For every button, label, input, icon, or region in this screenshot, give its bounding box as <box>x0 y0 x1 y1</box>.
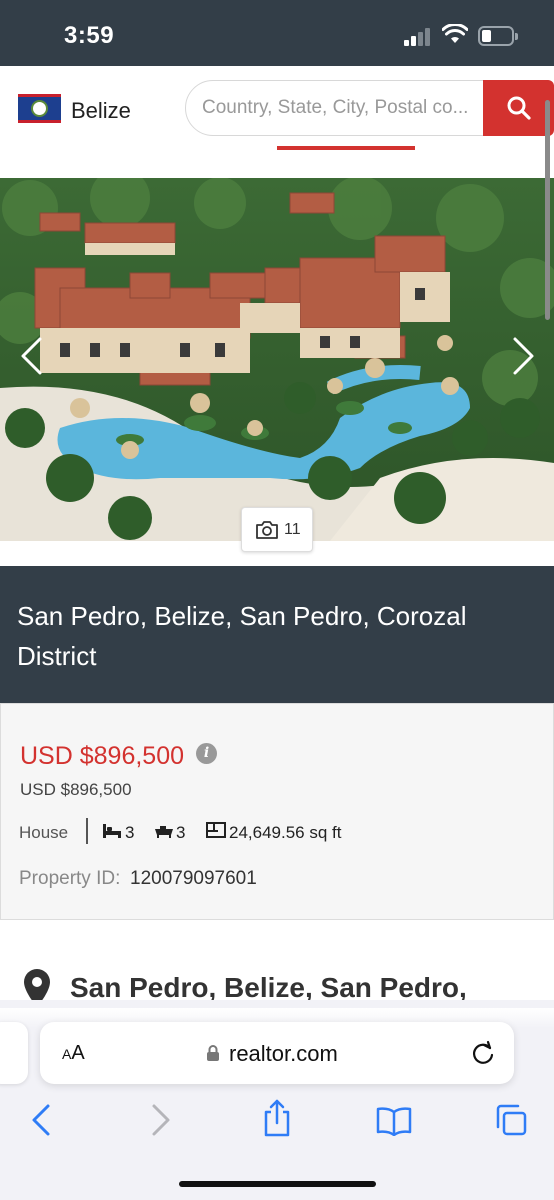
battery-icon <box>478 26 518 46</box>
aerial-villa-image <box>0 178 554 541</box>
page-scrollbar[interactable] <box>545 100 550 320</box>
bookmarks-book-icon[interactable] <box>376 1106 412 1136</box>
property-id-label: Property ID: <box>19 868 121 889</box>
property-type: House <box>19 823 69 842</box>
bathroom-count: 3 <box>176 823 186 842</box>
floor-area-icon <box>206 822 226 838</box>
location-search-input[interactable] <box>185 80 489 136</box>
listing-price-converted: USD $896,500 <box>20 780 132 799</box>
active-tab-underline <box>277 146 415 150</box>
url-text: realtor.com <box>229 1041 338 1066</box>
info-icon[interactable]: i <box>196 743 217 764</box>
camera-icon <box>256 521 278 539</box>
forward-chevron-icon[interactable] <box>148 1102 174 1138</box>
country-selector[interactable]: Belize <box>71 98 131 124</box>
status-time: 3:59 <box>64 22 115 49</box>
next-photo-chevron-icon[interactable] <box>507 336 537 376</box>
lock-icon <box>207 1045 219 1061</box>
previous-photo-chevron-icon[interactable] <box>18 336 48 376</box>
wifi-icon <box>442 24 468 43</box>
cellular-signal-icon <box>404 26 434 46</box>
site-header: Belize <box>0 66 554 152</box>
bedroom-count: 3 <box>125 823 135 842</box>
listing-price: USD $896,500 <box>20 742 185 770</box>
share-icon[interactable] <box>262 1098 292 1138</box>
bathtub-icon <box>155 826 173 838</box>
reload-icon[interactable] <box>470 1040 496 1066</box>
text-size-button[interactable]: AA <box>62 1042 85 1065</box>
property-id-value: 120079097601 <box>130 868 257 889</box>
tabs-overview-icon[interactable] <box>494 1103 528 1137</box>
home-indicator[interactable] <box>179 1181 376 1187</box>
status-bar: 3:59 <box>0 0 554 66</box>
previous-tab-card[interactable] <box>0 1022 28 1084</box>
listing-summary-card: USD $896,500 i USD $896,500 House 3 3 24… <box>0 703 554 920</box>
location-banner-title: San Pedro, Belize, San Pedro, Corozal Di… <box>17 601 467 671</box>
bed-icon <box>103 824 121 838</box>
divider <box>86 818 88 844</box>
photo-count-button[interactable]: 11 <box>241 507 313 552</box>
search-icon <box>507 96 531 120</box>
belize-flag-icon <box>18 94 61 123</box>
listing-photo[interactable] <box>0 178 554 541</box>
back-chevron-icon[interactable] <box>28 1102 54 1138</box>
photo-count: 11 <box>284 521 301 538</box>
floor-area: 24,649.56 sq ft <box>229 823 342 842</box>
browser-address-bar[interactable]: AA realtor.com <box>40 1022 514 1084</box>
search-button[interactable] <box>483 80 554 136</box>
location-banner: San Pedro, Belize, San Pedro, Corozal Di… <box>0 566 554 703</box>
